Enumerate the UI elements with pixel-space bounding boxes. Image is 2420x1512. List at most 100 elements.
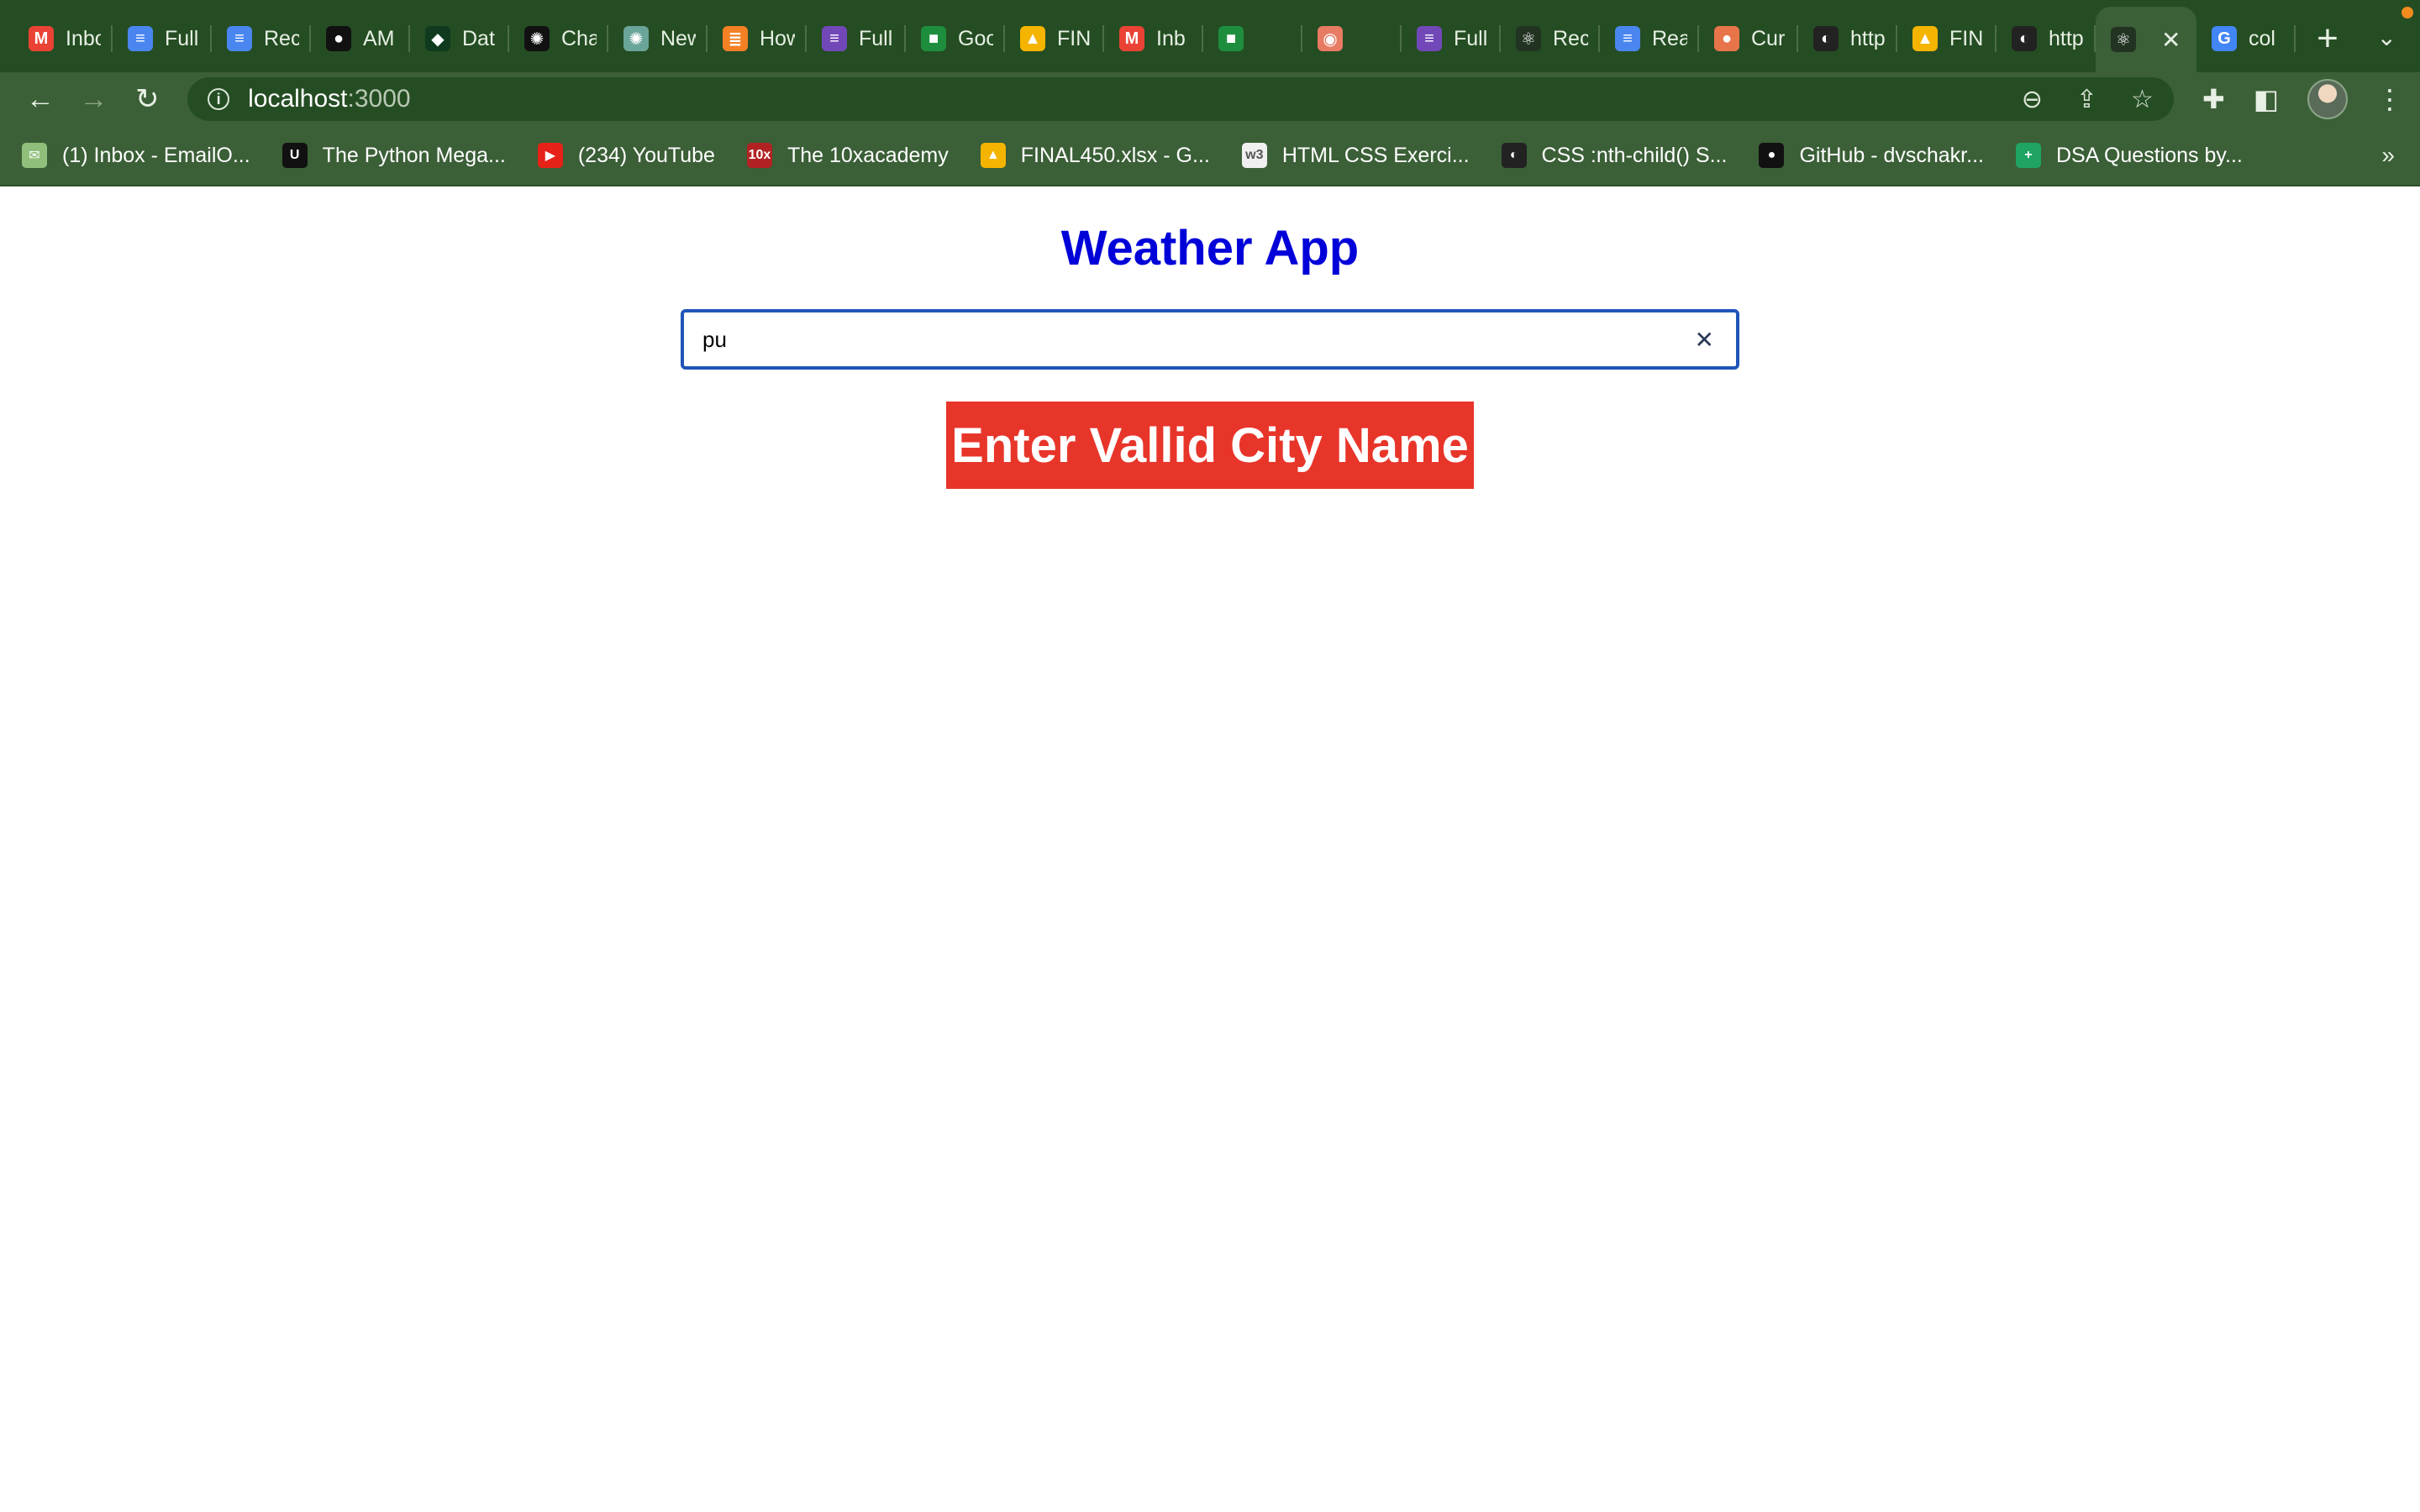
tab-title: Cha xyxy=(561,26,597,50)
address-port: :3000 xyxy=(347,85,411,113)
youtube-icon: ▶ xyxy=(537,143,563,168)
city-search-box: ✕ xyxy=(681,309,1739,370)
drive-icon: ▲ xyxy=(1912,26,1938,51)
tab-title: Full xyxy=(165,26,199,50)
browser-tab[interactable]: Gcol xyxy=(2196,8,2296,69)
browser-tab[interactable]: ≡ Rec xyxy=(212,8,311,69)
react-icon: ⚛ xyxy=(1516,26,1541,51)
browser-tab[interactable]: ■ xyxy=(1203,8,1302,69)
tab-title: AM xyxy=(363,26,395,50)
docs-icon: ≡ xyxy=(1615,26,1640,51)
globe-icon: ◐ xyxy=(2012,26,2037,51)
forward-arrow-icon: → xyxy=(79,82,108,115)
browser-window: M Inbox ≡ Full ≡ Rec ● AM ◆ Dat ✺ Cha ✺ New ≣ How ≡ Full ■… xyxy=(0,0,2420,1512)
bookmark-label: DSA Questions by... xyxy=(2055,143,2243,167)
browser-tab[interactable]: ◐ http xyxy=(1798,8,1897,69)
bookmark-label: CSS :nth-child() S... xyxy=(1541,143,1728,167)
mongodb-icon: ◆ xyxy=(425,26,450,51)
browser-tab[interactable]: ≡ Full xyxy=(1402,8,1501,69)
tab-title: New xyxy=(660,26,696,50)
browser-tab[interactable]: ≡ Full xyxy=(113,8,212,69)
academy-icon: 10x xyxy=(746,143,772,168)
browser-tab[interactable]: M Inb xyxy=(1104,8,1203,69)
forms-icon: ≡ xyxy=(822,26,847,51)
bookmark-item[interactable]: w3 HTML CSS Exerci... xyxy=(1241,143,1470,168)
tab-title: Inbox xyxy=(66,26,101,50)
tab-title: Full xyxy=(1454,26,1488,50)
address-bar[interactable]: i localhost:3000 ⊖ ⇪ ☆ xyxy=(187,77,2174,121)
tab-title: Dat xyxy=(462,26,495,50)
bookmark-label: (234) YouTube xyxy=(577,143,715,167)
tab-close-icon[interactable]: ✕ xyxy=(2161,26,2181,54)
bookmark-label: The Python Mega... xyxy=(322,143,506,167)
drive-icon: ▲ xyxy=(980,143,1006,168)
gmail-icon: M xyxy=(1119,26,1144,51)
reload-button[interactable]: ↻ xyxy=(124,76,171,123)
tab-title: How xyxy=(760,26,795,50)
forms-icon: ≡ xyxy=(1417,26,1442,51)
tab-title: Rec xyxy=(264,26,299,50)
tab-search-icon[interactable]: ⌄ xyxy=(2377,24,2396,51)
bookmark-label: GitHub - dvschakr... xyxy=(1799,143,1984,167)
tab-active[interactable]: ⚛ ✕ xyxy=(2096,7,2196,72)
extensions-icon[interactable]: ✚ xyxy=(2202,83,2225,115)
tab-title: Goo xyxy=(958,26,993,50)
bookmark-item[interactable]: + DSA Questions by... xyxy=(2015,143,2243,168)
sheets-icon: + xyxy=(2015,143,2041,168)
docs-icon: ≡ xyxy=(128,26,153,51)
browser-tab[interactable]: M Inbox xyxy=(13,8,113,69)
browser-tab[interactable]: ⚛ Rec xyxy=(1501,8,1600,69)
tab-title: Cur xyxy=(1751,26,1786,50)
site-info-icon[interactable]: i xyxy=(208,88,230,110)
bookmark-item[interactable]: ✉ (1) Inbox - EmailO... xyxy=(22,143,250,168)
bookmark-item[interactable]: U The Python Mega... xyxy=(281,143,506,168)
back-button[interactable]: ← xyxy=(17,76,64,123)
browser-tab[interactable]: ◐ http xyxy=(1996,8,2096,69)
bookmark-label: The 10xacademy xyxy=(786,143,949,167)
browser-tab[interactable]: ≡ Full xyxy=(807,8,906,69)
bookmark-item[interactable]: ▲ FINAL450.xlsx - G... xyxy=(980,143,1210,168)
bookmark-item[interactable]: ▶ (234) YouTube xyxy=(537,143,715,168)
tab-title: Rea xyxy=(1652,26,1687,50)
github-icon: ● xyxy=(326,26,351,51)
forward-button[interactable]: → xyxy=(71,76,118,123)
mail-icon: ✉ xyxy=(22,143,47,168)
share-icon[interactable]: ⇪ xyxy=(2076,85,2097,114)
globe-icon: ◐ xyxy=(1501,143,1527,168)
zoom-icon[interactable]: ⊖ xyxy=(2022,85,2043,114)
gmail-icon: M xyxy=(29,26,54,51)
bookmarks-bar: ✉ (1) Inbox - EmailO... U The Python Mega..… xyxy=(0,126,2420,186)
browser-tab[interactable]: ✺ Cha xyxy=(509,8,608,69)
browser-tab[interactable]: ▲ FIN xyxy=(1005,8,1104,69)
w3schools-icon: w3 xyxy=(1241,143,1267,168)
bookmark-item[interactable]: ◐ CSS :nth-child() S... xyxy=(1501,143,1728,168)
tab-title: FIN xyxy=(1057,26,1092,50)
openai-icon: ✺ xyxy=(623,26,649,51)
clear-search-icon[interactable]: ✕ xyxy=(1690,326,1719,354)
tab-title: Full xyxy=(859,26,893,50)
globe-icon: ◐ xyxy=(1813,26,1839,51)
tab-title: col xyxy=(2249,26,2275,50)
bookmark-item[interactable]: ● GitHub - dvschakr... xyxy=(1759,143,1984,168)
browser-tab[interactable]: ■ Goo xyxy=(906,8,1005,69)
bookmarks-overflow-icon[interactable]: » xyxy=(2381,142,2395,169)
city-search-input[interactable] xyxy=(701,325,1690,354)
browser-tab[interactable]: ▲ FIN xyxy=(1897,8,1996,69)
browser-tab[interactable]: ● AM xyxy=(311,8,410,69)
stackoverflow-icon: ≣ xyxy=(723,26,748,51)
browser-tab[interactable]: ● Cur xyxy=(1699,8,1798,69)
browser-tab[interactable]: ◆ Dat xyxy=(410,8,509,69)
new-tab-button[interactable]: + xyxy=(2302,8,2353,69)
browser-tab[interactable]: ◉ xyxy=(1302,8,1402,69)
browser-toolbar: ← → ↻ i localhost:3000 ⊖ ⇪ ☆ ✚ ◧ ⋮ xyxy=(0,72,2420,126)
browser-tab[interactable]: ≡ Rea xyxy=(1600,8,1699,69)
profile-avatar[interactable] xyxy=(2307,79,2348,119)
address-host: localhost xyxy=(248,85,348,113)
menu-kebab-icon[interactable]: ⋮ xyxy=(2376,83,2403,115)
bookmark-star-icon[interactable]: ☆ xyxy=(2131,85,2154,114)
tab-title: http xyxy=(2049,26,2084,50)
bookmark-item[interactable]: 10x The 10xacademy xyxy=(746,143,949,168)
browser-tab[interactable]: ≣ How xyxy=(708,8,807,69)
side-panel-icon[interactable]: ◧ xyxy=(2254,83,2279,115)
browser-tab[interactable]: ✺ New xyxy=(608,8,708,69)
